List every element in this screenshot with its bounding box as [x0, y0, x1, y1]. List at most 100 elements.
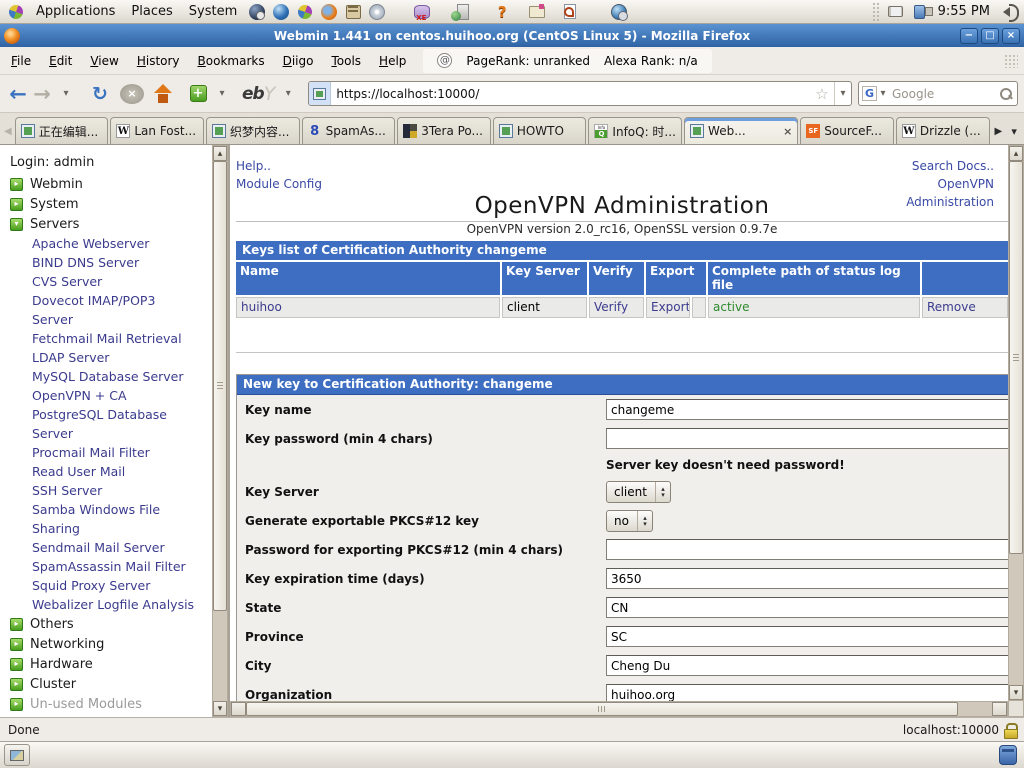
tab-dedecms[interactable]: 织梦内容...: [206, 117, 300, 144]
maximize-button[interactable]: □: [981, 28, 999, 44]
sidebar-scrollbar[interactable]: [212, 145, 228, 717]
tab-close-icon[interactable]: [783, 125, 792, 138]
reload-button[interactable]: [88, 80, 112, 108]
sidebar-cat-networking[interactable]: Networking: [10, 634, 204, 654]
tab-list-dropdown-icon[interactable]: [1005, 118, 1023, 144]
menu-help[interactable]: Help: [370, 48, 415, 74]
centos-launcher-icon[interactable]: [296, 3, 314, 21]
tab-scroll-right-icon[interactable]: [992, 118, 1006, 144]
sidebar-link-samba[interactable]: Samba Windows File Sharing: [8, 500, 204, 538]
clock[interactable]: 9:55 PM: [932, 4, 996, 19]
ebay-dropdown-icon[interactable]: [276, 80, 300, 108]
pkcs12-password-input[interactable]: [606, 539, 1008, 560]
home-button[interactable]: [152, 84, 176, 104]
sidebar-cat-hardware[interactable]: Hardware: [10, 654, 204, 674]
sidebar-link-fetchmail[interactable]: Fetchmail Mail Retrieval: [8, 329, 204, 348]
web-search-input[interactable]: [889, 87, 998, 101]
key-name-input[interactable]: [606, 399, 1008, 420]
menu-diigo[interactable]: Diigo: [274, 48, 323, 74]
sidebar-link-sendmail[interactable]: Sendmail Mail Server: [8, 538, 204, 557]
scroll-up-icon[interactable]: [213, 146, 227, 161]
add-button[interactable]: [186, 80, 210, 108]
globe-launcher-icon[interactable]: [272, 3, 290, 21]
cd-launcher-icon[interactable]: [368, 3, 386, 21]
scrollbar-thumb[interactable]: [1009, 161, 1023, 554]
organization-input[interactable]: [606, 684, 1008, 701]
volume-icon[interactable]: [999, 3, 1017, 21]
tab-howto[interactable]: HOWTO: [493, 117, 587, 144]
key-password-input[interactable]: [606, 428, 1008, 449]
menu-tools[interactable]: Tools: [322, 48, 370, 74]
scrollbar-thumb[interactable]: [213, 161, 227, 611]
sidebar-link-postgresql[interactable]: PostgreSQL Database Server: [8, 405, 204, 443]
url-dropdown-button[interactable]: [834, 82, 851, 105]
sidebar-link-cvs[interactable]: CVS Server: [8, 272, 204, 291]
search-docs-link[interactable]: Search Docs..: [912, 159, 994, 173]
server-launcher-icon[interactable]: [454, 3, 472, 21]
sidebar-link-squid[interactable]: Squid Proxy Server: [8, 576, 204, 595]
scrollbar-thumb[interactable]: [246, 702, 958, 716]
trash-icon[interactable]: [999, 746, 1017, 764]
tab-scroll-left-icon[interactable]: [1, 118, 15, 144]
help-launcher-icon[interactable]: [493, 3, 511, 21]
tab-lan-fost[interactable]: Lan Fost...: [110, 117, 204, 144]
sidebar-link-openvpn[interactable]: OpenVPN + CA: [8, 386, 204, 405]
tab-webmin-active[interactable]: Web...: [684, 117, 798, 144]
sidebar-cat-system[interactable]: System: [10, 194, 204, 214]
system-menu[interactable]: System: [181, 0, 245, 24]
file-manager-launcher-icon[interactable]: [344, 3, 362, 21]
key-name-link[interactable]: huihoo: [241, 300, 282, 314]
centos-logo-icon[interactable]: [7, 3, 25, 21]
url-input[interactable]: [331, 87, 810, 101]
sidebar-cat-cluster[interactable]: Cluster: [10, 674, 204, 694]
sidebar-link-dovecot[interactable]: Dovecot IMAP/POP3 Server: [8, 291, 204, 329]
ebay-icon[interactable]: [242, 80, 274, 108]
menu-history[interactable]: History: [128, 48, 189, 74]
sidebar-link-ldap[interactable]: LDAP Server: [8, 348, 204, 367]
scroll-down-icon[interactable]: [1009, 685, 1023, 700]
key-server-select[interactable]: client: [606, 481, 671, 503]
sidebar-cat-webmin[interactable]: Webmin: [10, 174, 204, 194]
engine-dropdown-icon[interactable]: [877, 80, 889, 108]
sidebar-cat-others[interactable]: Others: [10, 614, 204, 634]
java-doc-launcher-icon[interactable]: [561, 3, 579, 21]
google-engine-icon[interactable]: [862, 86, 877, 101]
tab-editing[interactable]: 正在编辑...: [15, 117, 109, 144]
firefox-launcher-icon[interactable]: [320, 3, 338, 21]
menu-view[interactable]: View: [81, 48, 127, 74]
stop-button[interactable]: [120, 80, 144, 108]
applications-menu[interactable]: Applications: [28, 0, 123, 24]
show-desktop-button[interactable]: [4, 744, 30, 766]
display-status-icon[interactable]: [887, 3, 905, 21]
web-browser-launcher-icon[interactable]: [248, 3, 266, 21]
sidebar-cat-servers[interactable]: Servers: [10, 214, 204, 234]
scroll-down-icon[interactable]: [213, 701, 227, 716]
tab-infoq[interactable]: InfoQ: 时...: [588, 117, 682, 144]
notes-launcher-icon[interactable]: [528, 3, 546, 21]
key-expiration-input[interactable]: [606, 568, 1008, 589]
sidebar-link-readusermail[interactable]: Read User Mail: [8, 462, 204, 481]
menu-file[interactable]: File: [2, 48, 40, 74]
places-menu[interactable]: Places: [123, 0, 180, 24]
tab-3tera[interactable]: 3Tera Po...: [397, 117, 491, 144]
state-input[interactable]: [606, 597, 1008, 618]
sidebar-link-ssh[interactable]: SSH Server: [8, 481, 204, 500]
search-magnifier-icon[interactable]: [998, 86, 1014, 102]
minimize-button[interactable]: −: [960, 28, 978, 44]
verify-link[interactable]: Verify: [594, 300, 628, 314]
city-input[interactable]: [606, 655, 1008, 676]
forward-button[interactable]: [30, 80, 54, 108]
main-vertical-scrollbar[interactable]: [1008, 145, 1024, 701]
openvpn-administration-link[interactable]: OpenVPN Administration: [906, 177, 994, 209]
database-xe-launcher-icon[interactable]: [413, 3, 431, 21]
sidebar-link-apache[interactable]: Apache Webserver: [8, 234, 204, 253]
sidebar-link-spamassassin[interactable]: SpamAssassin Mail Filter: [8, 557, 204, 576]
remove-link[interactable]: Remove: [927, 300, 976, 314]
scroll-right-icon[interactable]: [992, 702, 1007, 716]
main-horizontal-scrollbar[interactable]: [230, 701, 1008, 717]
tab-sourceforge[interactable]: SourceF...: [800, 117, 894, 144]
sidebar-link-procmail[interactable]: Procmail Mail Filter: [8, 443, 204, 462]
history-dropdown-icon[interactable]: [54, 80, 78, 108]
sidebar-cat-unused[interactable]: Un-used Modules: [10, 694, 204, 714]
power-status-icon[interactable]: [911, 3, 929, 21]
